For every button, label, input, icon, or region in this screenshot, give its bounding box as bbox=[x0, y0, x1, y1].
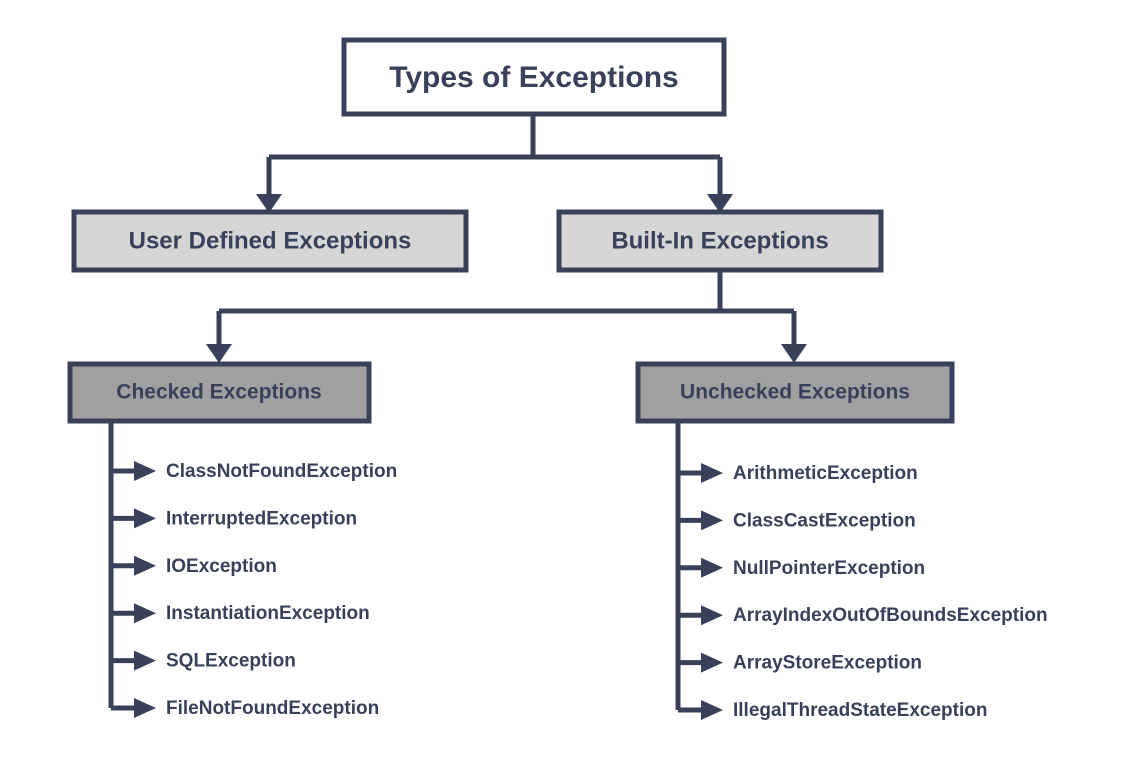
exception-hierarchy-diagram: Types of Exceptions User Defined Excepti… bbox=[0, 0, 1147, 777]
leaf-item-label: ArrayIndexOutOfBoundsException bbox=[733, 605, 1048, 626]
arrow-head-right-icon bbox=[134, 603, 156, 624]
node-user-defined-exceptions[interactable]: User Defined Exceptions bbox=[71, 209, 469, 273]
leaf-list-checked-exceptions: ClassNotFoundException InterruptedExcepti… bbox=[166, 461, 397, 719]
node-built-in-exceptions-label: Built-In Exceptions bbox=[611, 227, 828, 254]
arrow-head-right-icon bbox=[134, 461, 156, 481]
node-unchecked-exceptions[interactable]: Unchecked Exceptions bbox=[635, 361, 955, 424]
node-built-in-exceptions[interactable]: Built-In Exceptions bbox=[556, 209, 884, 273]
node-unchecked-exceptions-label: Unchecked Exceptions bbox=[680, 381, 910, 404]
node-checked-exceptions-label: Checked Exceptions bbox=[116, 381, 321, 404]
node-user-defined-exceptions-label: User Defined Exceptions bbox=[129, 227, 412, 254]
leaf-item-label: FileNotFoundException bbox=[166, 698, 379, 719]
arrow-head-right-icon bbox=[701, 652, 723, 673]
leaf-item-label: IllegalThreadStateException bbox=[733, 700, 987, 721]
leaf-item-label: ArithmeticException bbox=[733, 463, 918, 484]
node-checked-exceptions[interactable]: Checked Exceptions bbox=[67, 361, 372, 424]
connector-group-unchecked-leaves bbox=[675, 421, 723, 720]
arrow-head-unchecked-icon bbox=[781, 344, 807, 363]
leaf-item-label: SQLException bbox=[166, 651, 296, 672]
arrow-head-checked-icon bbox=[206, 344, 232, 363]
arrow-head-right-icon bbox=[134, 555, 156, 576]
connector-root-to-level2 bbox=[256, 114, 733, 213]
arrow-head-right-icon bbox=[701, 557, 723, 578]
node-types-of-exceptions-label: Types of Exceptions bbox=[389, 61, 679, 94]
arrow-head-right-icon bbox=[134, 650, 156, 671]
arrow-head-right-icon bbox=[134, 698, 156, 718]
arrow-head-right-icon bbox=[701, 463, 723, 483]
leaf-list-unchecked-exceptions: ArithmeticException ClassCastException Nul… bbox=[733, 463, 1048, 721]
connector-group-checked-leaves bbox=[108, 421, 156, 718]
leaf-item-label: InterruptedException bbox=[166, 508, 357, 529]
leaf-item-label: IOException bbox=[166, 556, 277, 577]
connector-builtin-to-level3 bbox=[206, 270, 807, 363]
leaf-item-label: ClassCastException bbox=[733, 510, 916, 531]
diagram-canvas: Types of Exceptions User Defined Excepti… bbox=[67, 37, 1048, 721]
leaf-item-label: NullPointerException bbox=[733, 558, 925, 579]
leaf-item-label: InstantiationException bbox=[166, 603, 370, 624]
arrow-head-right-icon bbox=[134, 508, 156, 529]
arrow-head-right-icon bbox=[701, 700, 723, 720]
leaf-item-label: ClassNotFoundException bbox=[166, 461, 397, 482]
leaf-item-label: ArrayStoreException bbox=[733, 653, 922, 674]
arrow-head-right-icon bbox=[701, 510, 723, 531]
arrow-head-right-icon bbox=[701, 605, 723, 626]
node-types-of-exceptions[interactable]: Types of Exceptions bbox=[341, 37, 727, 117]
